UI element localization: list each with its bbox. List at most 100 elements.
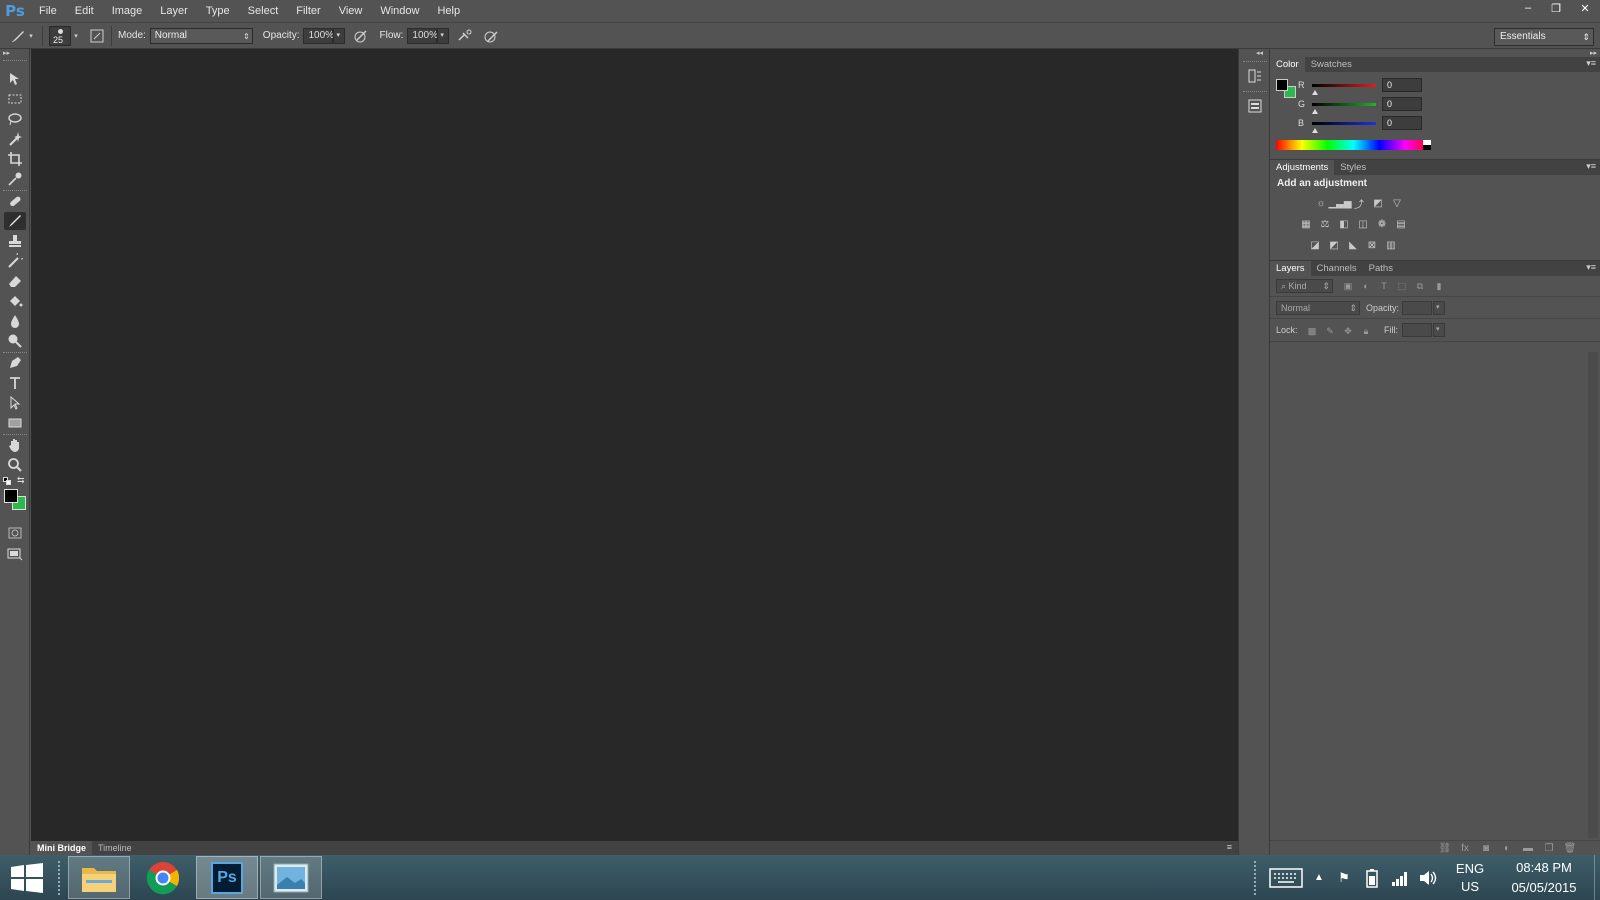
green-slider-thumb[interactable] [1312, 108, 1318, 114]
clone-stamp-tool-icon[interactable] [4, 232, 26, 250]
layer-style-icon[interactable]: fx [1458, 841, 1472, 855]
filter-pixel-icon[interactable]: ▣ [1342, 280, 1354, 292]
filter-smart-object-icon[interactable]: ⧉ [1414, 280, 1426, 292]
menu-view[interactable]: View [330, 0, 372, 22]
network-signal-icon[interactable] [1386, 855, 1414, 900]
show-hidden-icons-icon[interactable]: ▲ [1308, 855, 1330, 900]
history-brush-tool-icon[interactable] [4, 252, 26, 270]
battery-icon[interactable] [1358, 855, 1386, 900]
workspace-switcher[interactable]: Essentials ⇕ [1494, 28, 1594, 46]
selective-color-icon[interactable]: ⊠ [1365, 239, 1379, 251]
dodge-tool-icon[interactable] [4, 332, 26, 350]
taskbar-grip[interactable] [58, 860, 64, 895]
marquee-tool-icon[interactable] [4, 90, 26, 108]
new-layer-icon[interactable]: ❐ [1542, 841, 1556, 855]
tab-styles[interactable]: Styles [1334, 160, 1372, 175]
layer-opacity-dropdown[interactable]: ▾ [1433, 301, 1445, 315]
menu-window[interactable]: Window [371, 0, 428, 22]
screen-mode-icon[interactable] [4, 545, 26, 563]
panel-menu-icon[interactable]: ≡ [1227, 842, 1232, 852]
history-panel-icon[interactable] [1246, 67, 1264, 85]
red-slider-thumb[interactable] [1312, 89, 1318, 95]
menu-layer[interactable]: Layer [151, 0, 197, 22]
collapse-panels-icon[interactable]: ▸▸ [1590, 49, 1597, 57]
hand-tool-icon[interactable] [4, 436, 26, 454]
layer-filter-select[interactable]: ⌕ Kind ⇕ [1276, 279, 1333, 293]
menu-help[interactable]: Help [428, 0, 469, 22]
exposure-icon[interactable]: ◩ [1371, 197, 1385, 209]
menu-select[interactable]: Select [239, 0, 288, 22]
move-tool-icon[interactable] [4, 70, 26, 88]
preset-dropdown-icon[interactable]: ▾ [26, 28, 36, 44]
minimize-button[interactable]: – [1514, 0, 1542, 16]
brush-size-picker[interactable]: 25 [49, 25, 71, 46]
crop-tool-icon[interactable] [4, 150, 26, 168]
brush-size-dropdown-icon[interactable]: ▾ [71, 28, 81, 44]
lasso-tool-icon[interactable] [4, 110, 26, 128]
tray-grip[interactable] [1254, 860, 1260, 895]
color-lookup-icon[interactable]: ▤ [1394, 218, 1408, 230]
swap-colors-icon[interactable]: ⇆ [17, 475, 25, 486]
color-panel-fg-swatch[interactable] [1276, 79, 1288, 91]
input-language-indicator[interactable]: ENG US [1450, 860, 1490, 896]
tab-channels[interactable]: Channels [1311, 261, 1363, 276]
pressure-opacity-icon[interactable] [353, 28, 369, 44]
brightness-contrast-icon[interactable]: ☼ [1314, 197, 1328, 209]
show-desktop-button[interactable] [1594, 855, 1600, 900]
default-colors-icon[interactable] [3, 477, 11, 485]
lock-all-icon[interactable]: 🔒︎ [1360, 325, 1372, 337]
delete-layer-icon[interactable]: 🗑︎ [1563, 841, 1577, 855]
gradient-map-icon[interactable]: ▥ [1384, 239, 1398, 251]
pressure-size-icon[interactable] [483, 28, 499, 44]
filter-toggle-icon[interactable]: ▮ [1433, 280, 1445, 292]
tab-color[interactable]: Color [1270, 57, 1305, 72]
airbrush-icon[interactable] [457, 28, 473, 44]
dock-grip[interactable] [1243, 61, 1267, 64]
mode-select[interactable]: Normal ⇕ [149, 27, 253, 44]
blend-mode-select[interactable]: Normal ⇕ [1276, 301, 1360, 315]
layers-scrollbar[interactable] [1588, 352, 1598, 838]
filter-adjustment-icon[interactable]: ◐ [1360, 280, 1372, 292]
fill-dropdown[interactable]: ▾ [1433, 323, 1445, 337]
black-white-icon[interactable]: ◧ [1337, 218, 1351, 230]
panel-menu-icon[interactable]: ▾≡ [1586, 161, 1596, 172]
eyedropper-tool-icon[interactable] [4, 170, 26, 188]
action-center-flag-icon[interactable]: ⚑ [1330, 855, 1358, 900]
blue-channel-input[interactable]: 0 [1382, 116, 1422, 130]
tab-timeline[interactable]: Timeline [92, 841, 138, 855]
spectrum-black-white[interactable] [1423, 140, 1431, 150]
taskbar-file-explorer[interactable] [68, 856, 130, 899]
vibrance-icon[interactable]: ▽ [1390, 197, 1404, 209]
lock-transparent-icon[interactable]: ▩ [1306, 325, 1318, 337]
close-button[interactable]: ✕ [1570, 0, 1600, 16]
taskbar-photoshop[interactable]: Ps [196, 856, 258, 899]
fill-input[interactable] [1402, 323, 1432, 337]
collapse-toolbox-icon[interactable]: ▸▸ [3, 49, 10, 57]
flow-dropdown[interactable]: ▾ [437, 27, 450, 44]
lock-position-icon[interactable]: ✥ [1342, 325, 1354, 337]
invert-icon[interactable]: ◪ [1308, 239, 1322, 251]
threshold-icon[interactable]: ◣ [1346, 239, 1360, 251]
zoom-tool-icon[interactable] [4, 456, 26, 474]
hue-saturation-icon[interactable]: ▦ [1299, 218, 1313, 230]
restore-button[interactable]: ❐ [1542, 0, 1570, 16]
filter-shape-icon[interactable]: ⬚ [1396, 280, 1408, 292]
tab-mini-bridge[interactable]: Mini Bridge [31, 841, 92, 855]
quick-mask-icon[interactable] [4, 524, 26, 542]
taskbar-clock[interactable]: 08:48 PM 05/05/2015 [1498, 858, 1590, 898]
volume-icon[interactable] [1414, 855, 1442, 900]
touch-keyboard-icon[interactable] [1264, 855, 1308, 900]
green-channel-input[interactable]: 0 [1382, 97, 1422, 111]
color-balance-icon[interactable]: ⚖ [1318, 218, 1332, 230]
document-canvas-area[interactable] [31, 49, 1238, 841]
add-mask-icon[interactable]: ◙ [1479, 841, 1493, 855]
brush-tool-preset-icon[interactable] [10, 28, 26, 44]
panel-menu-icon[interactable]: ▾≡ [1586, 262, 1596, 273]
healing-brush-tool-icon[interactable] [4, 192, 26, 210]
tab-layers[interactable]: Layers [1270, 261, 1311, 276]
green-channel-slider[interactable] [1312, 102, 1376, 106]
red-channel-slider[interactable] [1312, 83, 1376, 87]
blur-tool-icon[interactable] [4, 312, 26, 330]
menu-file[interactable]: File [30, 0, 66, 22]
panel-menu-icon[interactable]: ▾≡ [1586, 58, 1596, 69]
